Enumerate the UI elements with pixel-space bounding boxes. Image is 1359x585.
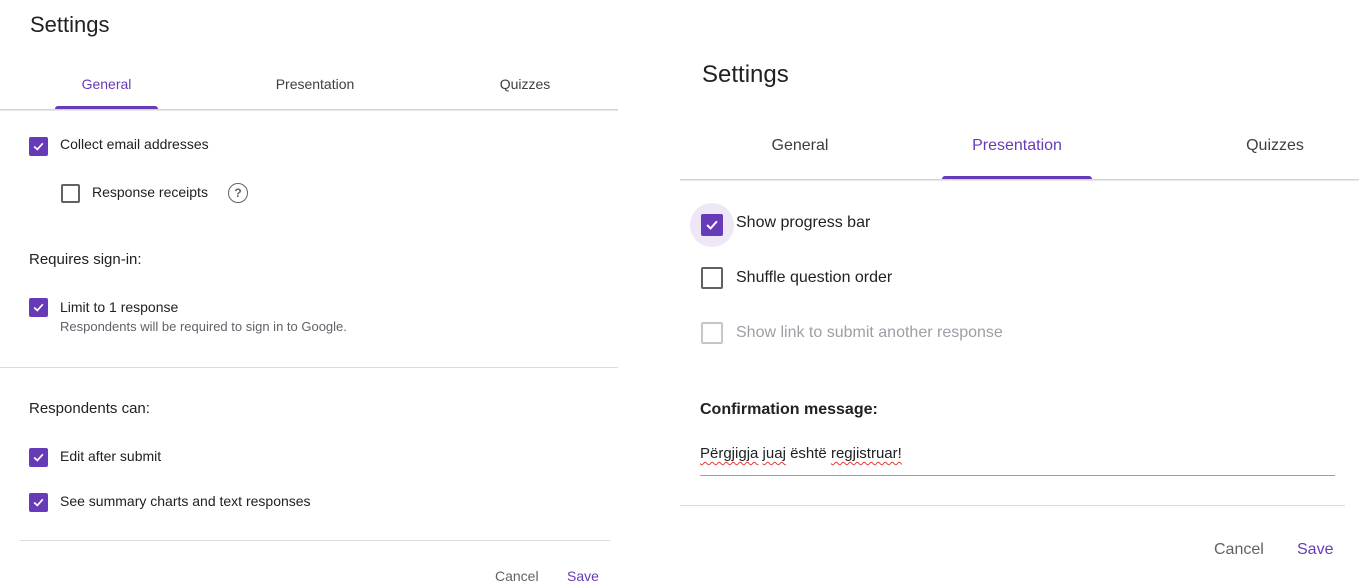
edit-after-submit-label: Edit after submit [60, 448, 162, 464]
shuffle-checkbox[interactable] [701, 267, 723, 289]
help-circle-icon[interactable]: ? [228, 183, 248, 203]
section-divider [0, 367, 618, 368]
dialog-title: Settings [702, 61, 789, 88]
limit-response-label: Limit to 1 response [60, 299, 179, 315]
settings-dialog-presentation: Settings General Presentation Quizzes Sh… [680, 0, 1359, 585]
cancel-button[interactable]: Cancel [1214, 541, 1264, 559]
see-summary-checkbox[interactable] [29, 493, 48, 512]
confirmation-message-input[interactable]: Përgjigja juaj është regjistruar! [700, 445, 902, 462]
collect-email-checkbox[interactable] [29, 137, 48, 156]
tabs-divider [0, 109, 618, 111]
confirmation-word: është [790, 445, 827, 462]
cancel-button[interactable]: Cancel [495, 568, 539, 584]
check-icon [706, 220, 718, 230]
edit-after-submit-checkbox[interactable] [29, 448, 48, 467]
collect-email-label: Collect email addresses [60, 136, 209, 152]
shuffle-label: Shuffle question order [736, 269, 893, 286]
settings-dialog-general: Settings General Presentation Quizzes Co… [0, 0, 618, 585]
tab-general[interactable]: General [55, 76, 158, 92]
show-progress-label: Show progress bar [736, 214, 871, 231]
confirmation-word: Përgjigja [700, 445, 759, 462]
tab-quizzes[interactable]: Quizzes [470, 76, 580, 92]
tab-presentation[interactable]: Presentation [245, 76, 385, 92]
check-icon [33, 142, 44, 151]
confirmation-word: regjistruar! [830, 445, 902, 462]
check-icon [33, 303, 44, 312]
tab-quizzes[interactable]: Quizzes [1225, 137, 1325, 155]
check-icon [33, 498, 44, 507]
footer-divider [20, 540, 610, 541]
save-button[interactable]: Save [567, 568, 599, 584]
tabs-divider [680, 179, 1359, 181]
show-progress-checkbox[interactable] [701, 214, 723, 236]
tab-general[interactable]: General [740, 137, 860, 155]
response-receipts-checkbox[interactable] [61, 184, 80, 203]
submit-another-label: Show link to submit another response [736, 324, 1003, 341]
submit-another-checkbox[interactable] [701, 322, 723, 344]
check-icon [33, 453, 44, 462]
limit-response-sublabel: Respondents will be required to sign in … [60, 319, 347, 334]
requires-signin-heading: Requires sign-in: [29, 251, 142, 268]
dialog-title: Settings [30, 12, 110, 37]
save-button[interactable]: Save [1297, 541, 1333, 559]
respondents-can-heading: Respondents can: [29, 400, 150, 417]
tab-presentation[interactable]: Presentation [942, 137, 1092, 155]
confirmation-word: juaj [762, 445, 786, 462]
limit-response-checkbox[interactable] [29, 298, 48, 317]
confirmation-underline [700, 475, 1335, 476]
see-summary-label: See summary charts and text responses [60, 493, 311, 509]
confirmation-heading: Confirmation message: [700, 401, 878, 418]
footer-divider [680, 505, 1345, 506]
response-receipts-label: Response receipts [92, 184, 208, 200]
